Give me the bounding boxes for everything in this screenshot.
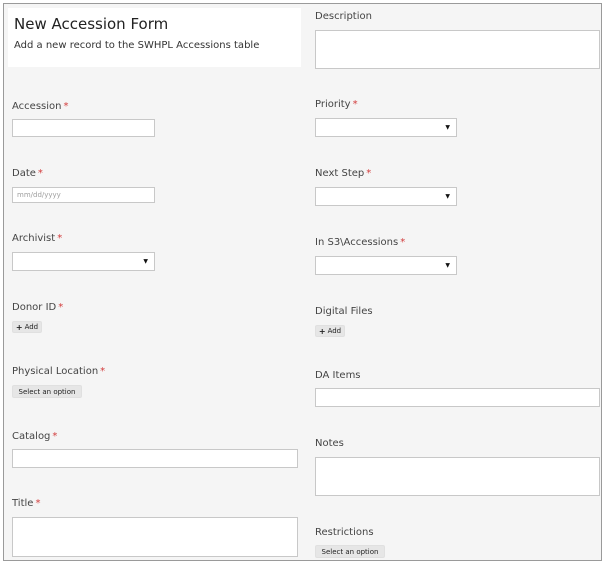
archivist-select[interactable]: ▼ xyxy=(12,252,155,271)
restrictions-label: Restrictions xyxy=(315,527,374,538)
required-marker: * xyxy=(400,237,406,248)
required-marker: * xyxy=(58,302,64,313)
archivist-label: Archivist * xyxy=(12,233,62,244)
add-button-label: Add xyxy=(24,323,39,331)
priority-label: Priority * xyxy=(315,99,358,110)
required-marker: * xyxy=(35,498,41,509)
catalog-label-text: Catalog xyxy=(12,431,51,442)
da-items-input[interactable] xyxy=(315,388,600,407)
form-title: New Accession Form xyxy=(14,15,169,33)
plus-icon: + xyxy=(15,322,23,332)
caret-down-icon: ▼ xyxy=(143,257,148,265)
donor-id-label-text: Donor ID xyxy=(12,302,57,313)
catalog-input[interactable] xyxy=(12,449,298,468)
description-label-text: Description xyxy=(315,11,372,22)
required-marker: * xyxy=(352,99,358,110)
caret-down-icon: ▼ xyxy=(445,123,450,131)
caret-down-icon: ▼ xyxy=(445,192,450,200)
in-s3-accessions-label: In S3\Accessions * xyxy=(315,237,405,248)
accession-label-text: Accession xyxy=(12,101,62,112)
required-marker: * xyxy=(63,101,69,112)
da-items-label: DA Items xyxy=(315,370,361,381)
archivist-label-text: Archivist xyxy=(12,233,56,244)
caret-down-icon: ▼ xyxy=(445,261,450,269)
da-items-label-text: DA Items xyxy=(315,370,361,381)
physical-location-label-text: Physical Location xyxy=(12,366,99,377)
restrictions-select-button[interactable]: Select an option xyxy=(315,545,385,558)
digital-files-label: Digital Files xyxy=(315,306,373,317)
form-header: New Accession Form Add a new record to t… xyxy=(8,8,301,67)
select-option-label: Select an option xyxy=(321,547,379,556)
title-label: Title * xyxy=(12,498,40,509)
digital-files-add-button[interactable]: + Add xyxy=(315,325,345,337)
priority-select[interactable]: ▼ xyxy=(315,118,457,137)
form-subtitle: Add a new record to the SWHPL Accessions… xyxy=(14,40,260,51)
catalog-label: Catalog * xyxy=(12,431,57,442)
required-marker: * xyxy=(366,168,372,179)
date-input[interactable]: mm/dd/yyyy xyxy=(12,187,155,203)
notes-label-text: Notes xyxy=(315,438,344,449)
digital-files-label-text: Digital Files xyxy=(315,306,373,317)
priority-label-text: Priority xyxy=(315,99,351,110)
description-textarea[interactable] xyxy=(315,30,600,69)
restrictions-label-text: Restrictions xyxy=(315,527,374,538)
add-button-label: Add xyxy=(327,327,342,335)
notes-label: Notes xyxy=(315,438,344,449)
title-textarea[interactable] xyxy=(12,517,298,557)
next-step-label: Next Step * xyxy=(315,168,371,179)
in-s3-accessions-label-text: In S3\Accessions xyxy=(315,237,399,248)
required-marker: * xyxy=(37,168,43,179)
date-label-text: Date xyxy=(12,168,36,179)
accession-form: New Accession Form Add a new record to t… xyxy=(3,3,602,561)
required-marker: * xyxy=(100,366,106,377)
next-step-select[interactable]: ▼ xyxy=(315,187,457,206)
accession-input[interactable] xyxy=(12,119,155,137)
description-label: Description xyxy=(315,11,372,22)
title-label-text: Title xyxy=(12,498,34,509)
physical-location-label: Physical Location * xyxy=(12,366,105,377)
required-marker: * xyxy=(52,431,58,442)
select-option-label: Select an option xyxy=(18,387,76,396)
date-label: Date * xyxy=(12,168,43,179)
donor-id-label: Donor ID * xyxy=(12,302,63,313)
required-marker: * xyxy=(57,233,63,244)
next-step-label-text: Next Step xyxy=(315,168,365,179)
physical-location-select-button[interactable]: Select an option xyxy=(12,385,82,398)
donor-id-add-button[interactable]: + Add xyxy=(12,321,42,333)
accession-label: Accession * xyxy=(12,101,68,112)
notes-textarea[interactable] xyxy=(315,457,600,496)
in-s3-accessions-select[interactable]: ▼ xyxy=(315,256,457,275)
date-placeholder: mm/dd/yyyy xyxy=(17,191,61,199)
plus-icon: + xyxy=(318,326,326,336)
